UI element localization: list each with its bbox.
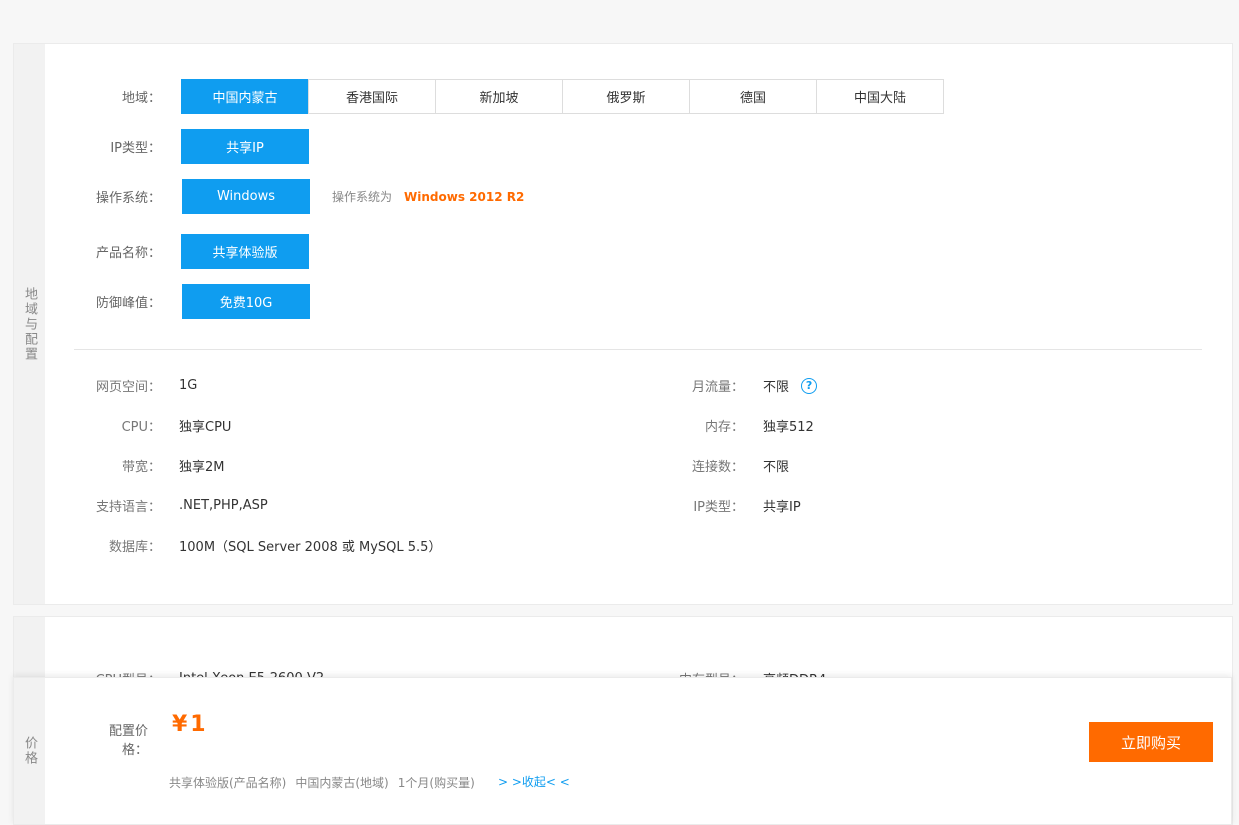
spec-key: 支持语言： [95, 500, 161, 515]
os-note: 操作系统为 [332, 190, 393, 204]
config-panel: 地域与配置 地域： 中国内蒙古 香港国际 新加坡 俄罗斯 德国 中国大陆 IP类… [13, 43, 1233, 605]
price-side-tab: 价格 [14, 678, 45, 824]
os-option-windows[interactable]: Windows [182, 179, 310, 214]
spec-key: 数据库： [108, 540, 161, 555]
spec-key: 内存： [704, 420, 744, 435]
spec-value: 独享CPU [179, 420, 232, 435]
order-summary: 共享体验版(产品名称) 中国内蒙古(地域) 1个月(购买量) [169, 774, 484, 791]
summary-duration: 1个月(购买量) [397, 776, 475, 790]
defense-row: 防御峰值： 免费10G [84, 284, 310, 319]
price-bar: 价格 配置价格： ¥1 共享体验版(产品名称) 中国内蒙古(地域) 1个月(购买… [13, 677, 1232, 825]
spec-cpu: CPU： 独享CPU [84, 416, 232, 435]
region-option-singapore[interactable]: 新加坡 [435, 79, 563, 114]
spec-value: 独享2M [179, 460, 225, 475]
buy-now-button[interactable]: 立即购买 [1089, 722, 1213, 762]
spec-value: .NET,PHP,ASP [179, 498, 268, 513]
spec-value: 共享IP [763, 500, 801, 515]
spec-value: 独享512 [763, 420, 814, 435]
spec-value: 1G [179, 378, 198, 393]
spec-ip-type: IP类型： 共享IP [674, 496, 801, 515]
config-side-label: 地域与配置 [22, 286, 37, 362]
region-option-hongkong[interactable]: 香港国际 [308, 79, 436, 114]
region-label: 地域： [121, 91, 161, 106]
spec-languages: 支持语言： .NET,PHP,ASP [84, 496, 268, 515]
spec-key: CPU： [121, 420, 161, 435]
region-option-inner-mongolia[interactable]: 中国内蒙古 [181, 79, 309, 114]
price-value: ¥1 [172, 712, 209, 737]
spec-memory: 内存： 独享512 [674, 416, 814, 435]
os-label: 操作系统： [95, 191, 161, 206]
price-side-label: 价格 [22, 736, 37, 766]
region-options: 中国内蒙古 香港国际 新加坡 俄罗斯 德国 中国大陆 [181, 79, 944, 114]
spec-value: 不限 [763, 380, 790, 395]
defense-label: 防御峰值： [95, 296, 161, 311]
ip-type-option-shared[interactable]: 共享IP [181, 129, 309, 164]
spec-database: 数据库： 100M（SQL Server 2008 或 MySQL 5.5） [84, 536, 441, 555]
spec-key: 月流量： [691, 380, 744, 395]
spec-connections: 连接数： 不限 [674, 456, 789, 475]
os-row: 操作系统： Windows 操作系统为 Windows 2012 R2 [84, 179, 524, 214]
os-value: Windows 2012 R2 [404, 189, 525, 204]
spec-key: 网页空间： [95, 380, 161, 395]
ip-type-row: IP类型： 共享IP [84, 129, 309, 164]
region-option-mainland[interactable]: 中国大陆 [816, 79, 944, 114]
price-label: 配置价格： [108, 724, 148, 758]
defense-option-free-10g[interactable]: 免费10G [182, 284, 310, 319]
spec-bandwidth: 带宽： 独享2M [84, 456, 225, 475]
region-row: 地域： 中国内蒙古 香港国际 新加坡 俄罗斯 德国 中国大陆 [84, 79, 944, 114]
ip-type-label: IP类型： [110, 141, 161, 156]
region-option-russia[interactable]: 俄罗斯 [562, 79, 690, 114]
divider [74, 349, 1202, 350]
spec-value: 100M（SQL Server 2008 或 MySQL 5.5） [179, 540, 442, 555]
help-icon[interactable]: ? [801, 377, 818, 394]
spec-key: 连接数： [691, 460, 744, 475]
spec-value: 不限 [763, 460, 790, 475]
collapse-link[interactable]: > >收起< < [498, 773, 570, 790]
summary-region: 中国内蒙古(地域) [295, 776, 389, 790]
spec-web-space: 网页空间： 1G [84, 376, 197, 395]
product-label: 产品名称： [95, 246, 161, 261]
spec-key: IP类型： [693, 500, 744, 515]
spec-monthly-traffic: 月流量： 不限 ? [674, 376, 818, 395]
summary-product: 共享体验版(产品名称) [169, 776, 287, 790]
spec-key: 带宽： [121, 460, 161, 475]
product-option-shared-trial[interactable]: 共享体验版 [181, 234, 309, 269]
config-side-tab: 地域与配置 [14, 44, 45, 604]
product-row: 产品名称： 共享体验版 [84, 234, 309, 269]
region-option-germany[interactable]: 德国 [689, 79, 817, 114]
